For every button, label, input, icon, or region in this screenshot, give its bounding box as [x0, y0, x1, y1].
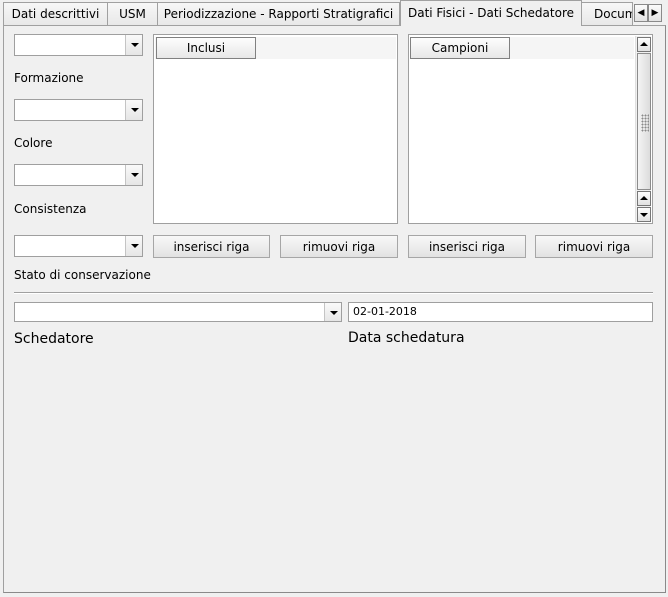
scroll-up-button[interactable] — [637, 37, 651, 52]
grip-icon — [641, 114, 649, 132]
chevron-down-icon — [324, 303, 341, 321]
campioni-vertical-scrollbar[interactable] — [635, 36, 651, 222]
scroll-up-button-lower[interactable] — [637, 191, 651, 206]
schedatore-combo[interactable] — [14, 302, 342, 322]
inclusi-remove-row-button[interactable]: rimuovi riga — [280, 235, 398, 258]
chevron-down-icon — [125, 35, 142, 55]
consistenza-label: Consistenza — [14, 202, 87, 216]
inclusi-add-row-button[interactable]: inserisci riga — [153, 235, 270, 258]
chevron-down-icon — [125, 100, 142, 120]
stato-conservazione-combo[interactable] — [14, 235, 143, 257]
campioni-add-row-button[interactable]: inserisci riga — [408, 235, 526, 258]
colore-label: Colore — [14, 136, 53, 150]
data-schedatura-label: Data schedatura — [348, 330, 465, 346]
inclusi-column-header[interactable]: Inclusi — [156, 37, 256, 59]
campioni-table[interactable]: Campioni — [408, 34, 653, 224]
chevron-down-icon — [125, 236, 142, 256]
section-separator — [14, 292, 653, 294]
inclusi-table[interactable]: Inclusi — [153, 34, 398, 224]
consistenza-combo[interactable] — [14, 164, 143, 186]
scroll-down-button[interactable] — [637, 207, 651, 222]
formazione-label: Formazione — [14, 71, 84, 85]
campioni-column-header[interactable]: Campioni — [410, 37, 510, 59]
data-schedatura-input[interactable]: 02-01-2018 — [348, 302, 653, 322]
campioni-remove-row-button[interactable]: rimuovi riga — [535, 235, 653, 258]
schedatore-label: Schedatore — [14, 331, 94, 347]
formazione-combo[interactable] — [14, 34, 143, 56]
chevron-down-icon — [125, 165, 142, 185]
colore-combo[interactable] — [14, 99, 143, 121]
stato-conservazione-label: Stato di conservazione — [14, 268, 151, 282]
scroll-thumb[interactable] — [637, 53, 651, 190]
